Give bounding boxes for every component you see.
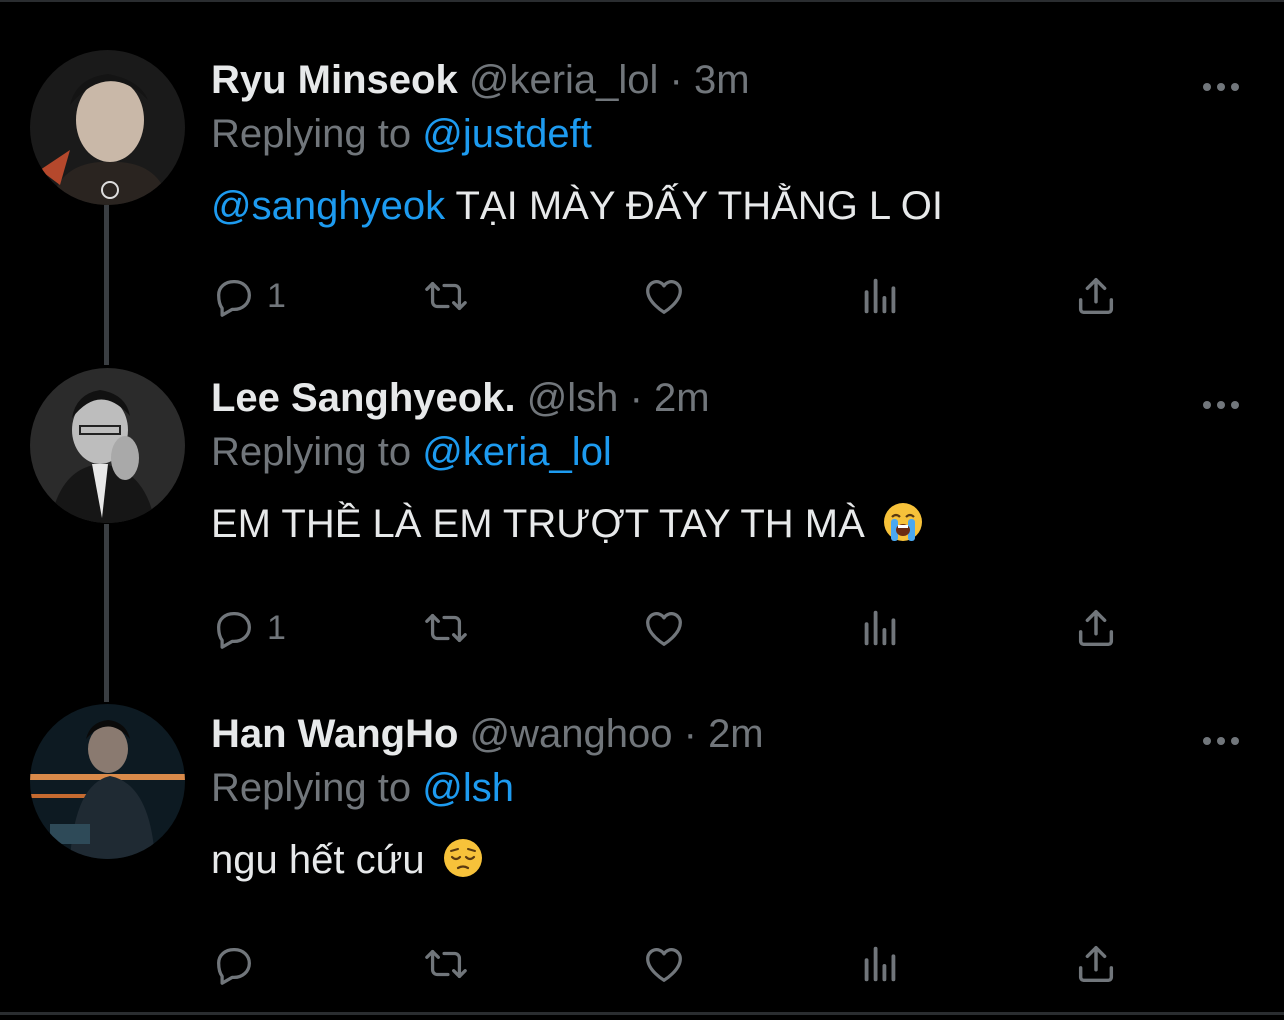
like-button[interactable] (641, 940, 687, 988)
replying-to: Replying to @keria_lol (211, 428, 612, 476)
reply-count: 1 (267, 608, 286, 647)
analytics-icon (864, 610, 896, 646)
share-icon (1078, 609, 1114, 647)
separator: · (629, 376, 643, 420)
analytics-icon (864, 278, 896, 314)
tweet[interactable]: Han WangHo @wanghoo · 2m Replying to @ls… (0, 704, 1284, 994)
share-button[interactable] (1073, 604, 1119, 652)
retweet-icon (425, 281, 467, 311)
more-icon[interactable] (1200, 398, 1242, 412)
reply-icon (217, 611, 251, 649)
action-bar: 1 (211, 604, 1131, 652)
separator: · (683, 712, 697, 756)
body-text: ngu hết cứu (211, 838, 425, 882)
reply-button[interactable] (211, 940, 267, 988)
share-icon (1078, 945, 1114, 983)
heart-icon (646, 948, 682, 982)
replying-prefix: Replying to (211, 430, 412, 474)
tweet-header: Han WangHo @wanghoo · 2m (211, 710, 764, 758)
tweet-text: EM THỀ LÀ EM TRƯỢT TAY TH MÀ (211, 500, 924, 548)
more-icon[interactable] (1200, 80, 1242, 94)
body-text: TẠI MÀY ĐẤY THẰNG L OI (455, 184, 944, 228)
body-mention[interactable]: @sanghyeok (211, 184, 445, 228)
reply-icon (217, 279, 251, 317)
avatar[interactable] (30, 704, 185, 859)
analytics-button[interactable] (857, 940, 903, 988)
timestamp[interactable]: 2m (708, 712, 764, 756)
share-button[interactable] (1073, 940, 1119, 988)
tweet-text: @sanghyeok TẠI MÀY ĐẤY THẰNG L OI (211, 182, 943, 230)
replying-to-mention[interactable]: @keria_lol (422, 430, 612, 474)
pensive-face-emoji (443, 839, 482, 877)
user-handle[interactable]: @wanghoo (470, 712, 673, 756)
like-button[interactable] (641, 272, 687, 320)
separator: · (669, 58, 683, 102)
reply-icon (217, 947, 251, 985)
tweet[interactable]: Lee Sanghyeok. @lsh · 2m Replying to @ke… (0, 368, 1284, 649)
action-bar (211, 940, 1131, 988)
tweet-header: Ryu Minseok @keria_lol · 3m (211, 56, 750, 104)
replying-to: Replying to @lsh (211, 764, 514, 812)
loudly-crying-face-emoji (883, 503, 922, 541)
timestamp[interactable]: 3m (694, 58, 750, 102)
reply-count: 1 (267, 276, 286, 315)
like-button[interactable] (641, 604, 687, 652)
heart-icon (646, 280, 682, 314)
avatar[interactable] (30, 368, 185, 523)
replying-prefix: Replying to (211, 766, 412, 810)
timestamp[interactable]: 2m (654, 376, 710, 420)
top-border (0, 0, 1284, 6)
display-name[interactable]: Lee Sanghyeok. (211, 376, 516, 420)
retweet-button[interactable] (423, 604, 469, 652)
display-name[interactable]: Han WangHo (211, 712, 458, 756)
display-name[interactable]: Ryu Minseok (211, 58, 458, 102)
tweet-text: ngu hết cứu (211, 836, 484, 884)
tweet[interactable]: Ryu Minseok @keria_lol · 3m Replying to … (0, 50, 1284, 320)
body-text: EM THỀ LÀ EM TRƯỢT TAY TH MÀ (211, 502, 865, 546)
user-handle[interactable]: @lsh (527, 376, 619, 420)
retweet-icon (425, 949, 467, 979)
share-icon (1078, 277, 1114, 315)
heart-icon (646, 612, 682, 646)
more-icon[interactable] (1200, 734, 1242, 748)
share-button[interactable] (1073, 272, 1119, 320)
analytics-button[interactable] (857, 604, 903, 652)
retweet-button[interactable] (423, 272, 469, 320)
replying-to-mention[interactable]: @justdeft (422, 112, 592, 156)
retweet-icon (425, 613, 467, 643)
replying-prefix: Replying to (211, 112, 412, 156)
reply-button[interactable]: 1 (211, 604, 286, 652)
analytics-button[interactable] (857, 272, 903, 320)
reply-button[interactable]: 1 (211, 272, 286, 320)
user-handle[interactable]: @keria_lol (469, 58, 659, 102)
replying-to-mention[interactable]: @lsh (422, 766, 514, 810)
action-bar: 1 (211, 272, 1131, 320)
analytics-icon (864, 946, 896, 982)
tweet-header: Lee Sanghyeok. @lsh · 2m (211, 374, 710, 422)
bottom-border (0, 1012, 1284, 1020)
avatar[interactable] (30, 50, 185, 205)
retweet-button[interactable] (423, 940, 469, 988)
replying-to: Replying to @justdeft (211, 110, 592, 158)
